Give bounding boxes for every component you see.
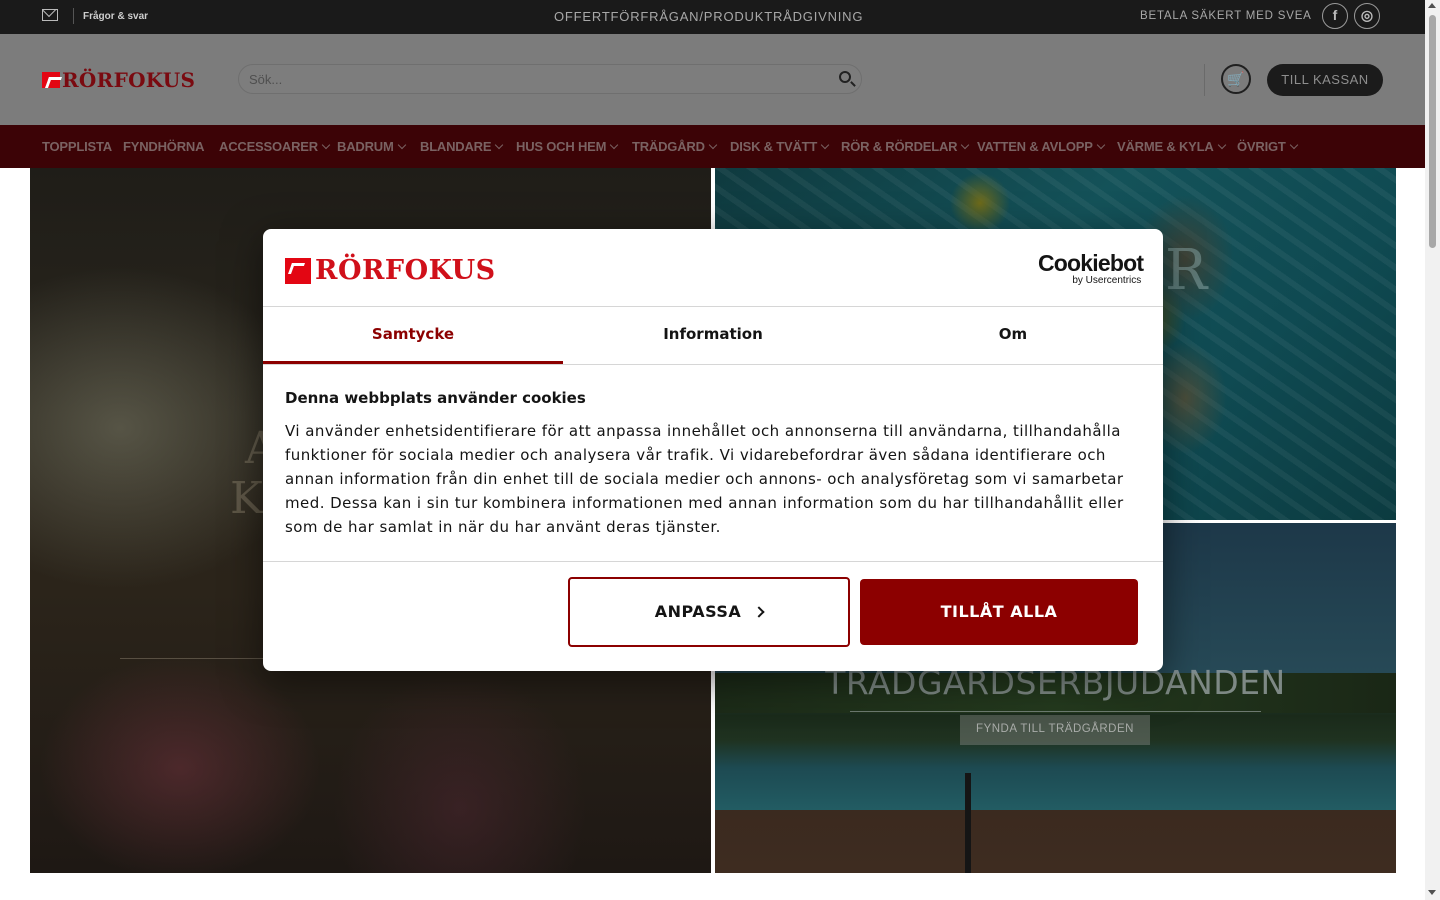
allow-all-button[interactable]: TILLÅT ALLA [860, 579, 1138, 645]
divider [263, 561, 1163, 562]
nav-label: FYNDHÖRNA [123, 139, 205, 154]
faq-link[interactable]: Frågor & svar [83, 11, 148, 22]
dialog-logo: RÖRFOKUS [285, 255, 496, 286]
cookiebot-subtitle: by Usercentrics [1072, 275, 1142, 286]
scrollbar-thumb[interactable] [1429, 15, 1436, 248]
checkout-button[interactable]: TILL KASSAN [1267, 64, 1383, 96]
nav-item-ror-rordelar[interactable]: RÖR & RÖRDELAR [841, 139, 970, 154]
nav-label: TRÄDGÅRD [632, 139, 705, 154]
chevron-down-icon [495, 140, 504, 150]
hero-garden-divider [850, 711, 1261, 712]
chevron-down-icon [820, 140, 830, 150]
chevron-down-icon [1217, 140, 1226, 150]
chevron-down-icon [1096, 140, 1105, 150]
nav-item-vatten-avlopp[interactable]: VATTEN & AVLOPP [977, 139, 1105, 154]
nav-item-topplista[interactable]: TOPPLISTA [42, 139, 112, 154]
tab-om[interactable]: Om [863, 307, 1163, 364]
nav-item-ovrigt[interactable]: ÖVRIGT [1237, 139, 1298, 154]
nav-label: ÖVRIGT [1237, 139, 1286, 154]
chevron-down-icon [610, 140, 619, 150]
scroll-down-arrow-icon[interactable] [1428, 890, 1436, 895]
nav-item-accessoarer[interactable]: ACCESSOARER [219, 139, 331, 154]
chevron-down-icon [397, 140, 406, 150]
nav-item-hus-och-hem[interactable]: HUS OCH HEM [516, 139, 619, 154]
hero-left-heading-fragment: K [230, 473, 263, 524]
site-logo[interactable]: RÖRFOKUS [42, 68, 195, 92]
nav-item-varme-kyla[interactable]: VÄRME & KYLA [1117, 139, 1226, 154]
customize-label: ANPASSA [654, 602, 742, 621]
customize-button[interactable]: ANPASSA [568, 577, 850, 647]
logo-mark-icon [285, 257, 311, 284]
dialog-heading: Denna webbplats använder cookies [285, 389, 586, 407]
cookiebot-name: Cookiebot [1038, 250, 1144, 276]
dialog-logo-text: RÖRFOKUS [315, 255, 496, 286]
nav-item-blandare[interactable]: BLANDARE [420, 139, 504, 154]
nav-item-tradgard[interactable]: TRÄDGÅRD [632, 139, 718, 154]
nav-item-disk-tvatt[interactable]: DISK & TVÄTT [730, 139, 830, 154]
quote-request-link[interactable]: OFFERTFÖRFRÅGAN/PRODUKTRÅDGIVNING [554, 9, 863, 24]
nav-label: ACCESSOARER [219, 139, 318, 154]
cart-icon[interactable]: 🛒 [1221, 64, 1251, 94]
facebook-icon[interactable]: f [1322, 3, 1348, 29]
chevron-down-icon [708, 140, 718, 150]
search-placeholder: Sök... [249, 72, 283, 87]
chevron-right-icon [753, 606, 765, 618]
top-bar: Frågor & svar OFFERTFÖRFRÅGAN/PRODUKTRÅD… [0, 0, 1425, 34]
cookie-consent-dialog: RÖRFOKUS Cookiebot by Usercentrics Samty… [263, 229, 1163, 671]
search-input[interactable]: Sök... [238, 64, 862, 94]
nav-label: BLANDARE [420, 139, 492, 154]
hero-shower-pole [965, 773, 971, 873]
nav-item-fyndhorna[interactable]: FYNDHÖRNA [123, 139, 204, 154]
garden-deals-button[interactable]: FYNDA TILL TRÄDGÅRDEN [960, 715, 1150, 745]
nav-label: BADRUM [337, 139, 394, 154]
dialog-body-text: Vi använder enhetsidentifierare för att … [285, 422, 1124, 536]
chevron-down-icon [321, 140, 331, 150]
tab-samtycke[interactable]: Samtycke [263, 307, 563, 364]
divider [263, 364, 1163, 365]
chevron-down-icon [961, 140, 970, 150]
hero-top-right-heading-fragment: R [1165, 238, 1208, 303]
logo-mark-icon [42, 72, 60, 88]
chevron-down-icon [1289, 140, 1298, 150]
logo-text: RÖRFOKUS [62, 68, 196, 92]
nav-label: VATTEN & AVLOPP [977, 139, 1093, 154]
scroll-up-arrow-icon[interactable] [1428, 3, 1436, 8]
site-header: RÖRFOKUS Sök... 🛒 TILL KASSAN [0, 34, 1425, 125]
divider [73, 8, 74, 24]
payment-info: BETALA SÄKERT MED SVEA [1140, 10, 1312, 22]
nav-label: VÄRME & KYLA [1117, 139, 1214, 154]
mail-icon[interactable] [42, 9, 58, 21]
nav-label: DISK & TVÄTT [730, 139, 818, 154]
instagram-icon[interactable]: ◎ [1354, 3, 1380, 29]
nav-label: HUS OCH HEM [516, 139, 607, 154]
cookiebot-logo[interactable]: Cookiebot by Usercentrics [1038, 250, 1144, 286]
main-nav: TOPPLISTA FYNDHÖRNA ACCESSOARER BADRUM B… [0, 125, 1425, 168]
nav-item-badrum[interactable]: BADRUM [337, 139, 406, 154]
nav-label: TOPPLISTA [42, 139, 112, 154]
search-icon[interactable] [839, 71, 851, 83]
tab-information[interactable]: Information [563, 307, 863, 364]
nav-label: RÖR & RÖRDELAR [841, 139, 958, 154]
divider [1204, 64, 1205, 96]
